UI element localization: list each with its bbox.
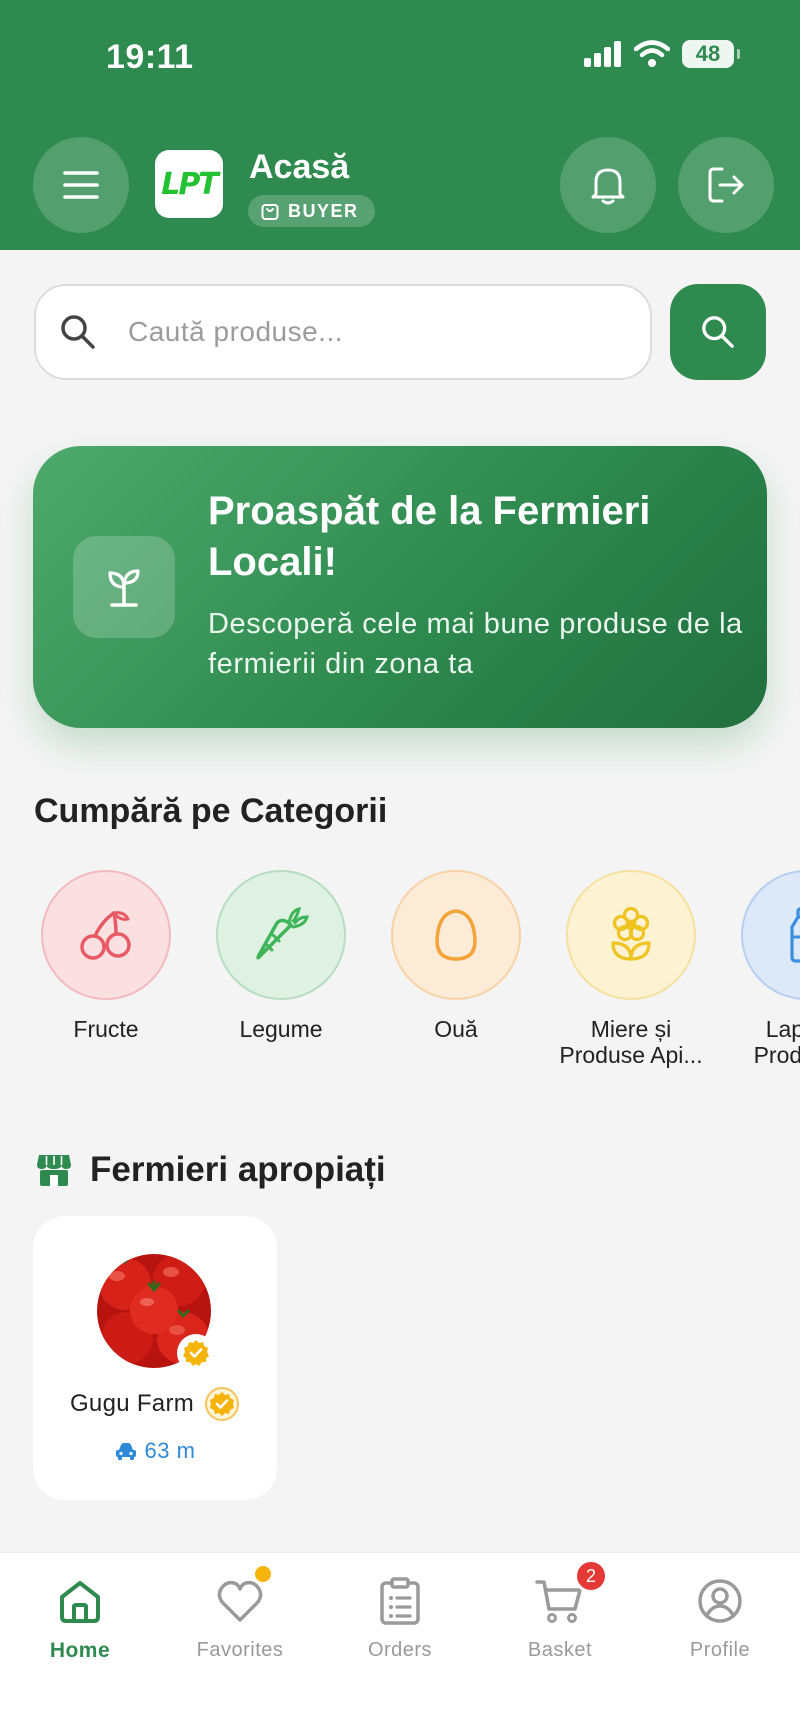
category-label: Lapte și Produse... <box>753 1016 800 1068</box>
categories-title: Cumpără pe Categorii <box>34 792 388 830</box>
farmers-title: Fermieri apropiați <box>90 1150 386 1189</box>
search-bar[interactable] <box>34 284 652 380</box>
avatar-verified-badge <box>177 1334 215 1372</box>
store-icon <box>37 1155 71 1186</box>
category-label: Legume <box>239 1016 323 1042</box>
farmer-card[interactable]: Gugu Farm 63 m <box>33 1216 277 1500</box>
logout-button[interactable] <box>678 137 774 233</box>
farmers-header: Fermieri apropiați <box>36 1150 386 1190</box>
logout-icon <box>708 167 744 203</box>
role-badge: BUYER <box>248 195 375 227</box>
signal-icon <box>584 41 621 67</box>
carrot-icon <box>256 906 309 960</box>
battery-indicator: 48 <box>682 40 740 68</box>
nav-label: Orders <box>367 1639 433 1661</box>
search-icon <box>61 315 95 349</box>
category-miere[interactable]: Miere și Produse Api... <box>551 870 711 1068</box>
category-label: Ouă <box>434 1016 478 1042</box>
menu-icon <box>63 171 99 199</box>
menu-button[interactable] <box>33 137 129 233</box>
heart-icon <box>210 1563 274 1631</box>
search-icon <box>702 316 734 348</box>
promo-banner[interactable]: Proaspăt de la Fermieri Locali! Descoper… <box>33 446 767 728</box>
nav-label: Basket <box>527 1639 593 1661</box>
verified-icon <box>205 1387 240 1421</box>
category-label: Fructe <box>73 1016 139 1042</box>
category-fructe[interactable]: Fructe <box>26 870 186 1042</box>
category-legume[interactable]: Legume <box>201 870 361 1042</box>
clipboard-icon <box>370 1571 430 1631</box>
sprout-icon <box>73 536 175 638</box>
nav-label: Home <box>49 1639 111 1662</box>
wifi-icon <box>634 40 670 67</box>
bell-icon <box>591 168 625 205</box>
cart-icon: 2 <box>530 1559 608 1631</box>
nav-home[interactable]: Home <box>0 1571 160 1663</box>
nav-label: Profile <box>689 1639 751 1661</box>
farmer-name-row: Gugu Farm <box>33 1386 277 1422</box>
farmer-distance: 63 m <box>33 1438 277 1464</box>
category-icon-circle <box>391 870 521 1000</box>
nav-favorites[interactable]: Favorites <box>160 1563 320 1662</box>
category-icon-circle <box>741 870 800 1000</box>
verified-icon <box>183 1340 209 1366</box>
cherry-icon <box>80 911 131 960</box>
search-input[interactable] <box>128 316 588 348</box>
category-icon-circle <box>41 870 171 1000</box>
flower-icon <box>611 906 651 961</box>
app-logo: LPT <box>155 150 223 218</box>
category-label: Miere și Produse Api... <box>559 1016 703 1068</box>
app-header: 19:11 48 LPT Acasă BUYER <box>0 0 800 250</box>
page-title: Acasă <box>249 148 350 186</box>
user-circle-icon <box>690 1571 750 1631</box>
basket-count-badge: 2 <box>574 1559 608 1593</box>
banner-subtitle: Descoperă cele mai bune produse de la fe… <box>208 608 743 680</box>
nav-basket[interactable]: 2 Basket <box>480 1559 640 1662</box>
banner-title: Proaspăt de la Fermieri Locali! <box>208 489 651 584</box>
shopping-bag-icon <box>261 204 279 220</box>
status-time: 19:11 <box>106 38 194 76</box>
role-label: BUYER <box>288 200 359 221</box>
bottom-navigation: Home Favorites Orders 2 Basket Profile <box>0 1552 800 1734</box>
notifications-button[interactable] <box>560 137 656 233</box>
categories-carousel[interactable]: Fructe Legume Ouă Miere și Produse Api..… <box>0 870 800 1090</box>
nav-profile[interactable]: Profile <box>640 1571 800 1662</box>
search-button[interactable] <box>670 284 766 380</box>
favorites-dot-badge <box>252 1563 274 1585</box>
egg-icon <box>435 909 477 961</box>
category-oua[interactable]: Ouă <box>376 870 536 1042</box>
category-icon-circle <box>566 870 696 1000</box>
milk-bottle-icon <box>790 907 800 963</box>
category-icon-circle <box>216 870 346 1000</box>
status-icons: 48 <box>584 40 740 68</box>
nav-label: Favorites <box>196 1639 284 1661</box>
distance-value: 63 m <box>144 1438 196 1463</box>
home-icon <box>50 1571 110 1631</box>
category-lapte[interactable]: Lapte și Produse... <box>726 870 800 1068</box>
farmer-name: Gugu Farm <box>69 1390 195 1417</box>
nav-orders[interactable]: Orders <box>320 1571 480 1662</box>
car-icon <box>115 1443 136 1460</box>
